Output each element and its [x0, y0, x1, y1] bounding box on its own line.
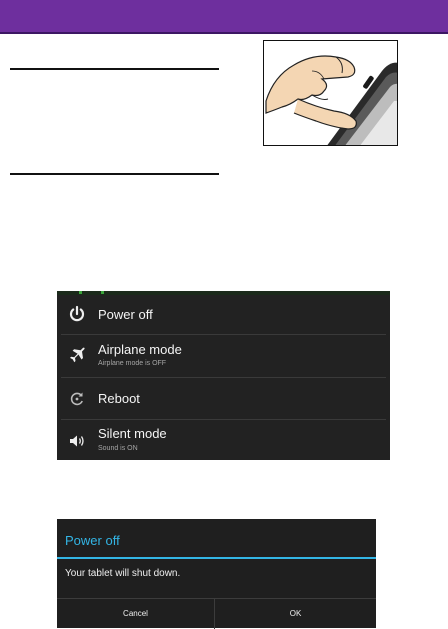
ok-button[interactable]: OK — [215, 599, 376, 629]
cancel-button[interactable]: Cancel — [57, 599, 215, 629]
menu-item-title: Airplane mode — [98, 342, 182, 357]
speaker-icon — [70, 435, 84, 447]
divider-top — [10, 68, 219, 70]
dialog-button-row: Cancel OK — [57, 598, 376, 629]
menu-item-subtitle: Airplane mode is OFF — [98, 360, 167, 367]
menu-item-reboot[interactable]: Reboot — [57, 378, 390, 420]
power-options-menu: Power off Airplane mode Airplane mode is… — [57, 291, 390, 460]
power-button-illustration — [263, 40, 398, 146]
menu-item-power-off[interactable]: Power off — [57, 293, 390, 335]
menu-item-subtitle: Sound is ON — [98, 445, 138, 452]
power-icon — [69, 305, 85, 322]
header-bar — [0, 0, 448, 34]
dialog-title: Power off — [65, 533, 120, 548]
reboot-icon — [70, 392, 83, 406]
menu-item-title: Silent mode — [98, 426, 167, 441]
power-off-dialog: Power off Your tablet will shut down. Ca… — [57, 519, 376, 629]
menu-item-airplane-mode[interactable]: Airplane mode Airplane mode is OFF — [57, 335, 390, 377]
menu-item-title: Power off — [98, 307, 153, 322]
menu-item-title: Reboot — [98, 391, 140, 406]
dialog-title-divider — [57, 557, 376, 559]
menu-item-silent-mode[interactable]: Silent mode Sound is ON — [57, 420, 390, 462]
airplane-icon — [70, 347, 85, 363]
divider-bottom — [10, 173, 219, 175]
dialog-message: Your tablet will shut down. — [65, 568, 181, 579]
